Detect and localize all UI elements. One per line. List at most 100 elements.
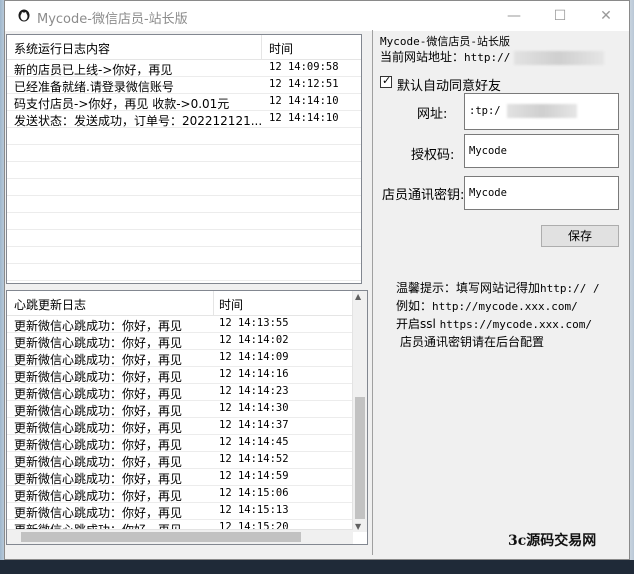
- heartbeat-log-rows: 更新微信心跳成功：你好，再见 12 14:13:55 更新微信心跳成功：你好，再见…: [7, 316, 353, 537]
- log-time: 12 14:14:16: [219, 368, 289, 380]
- table-row[interactable]: 码支付店员->你好，再见 收款->0.01元 12 14:14:10: [7, 94, 361, 111]
- column-header-heartbeat[interactable]: 心跳更新日志: [14, 296, 86, 313]
- scrollbar-thumb[interactable]: [355, 397, 365, 519]
- url-input-value: :tp:/: [469, 105, 501, 117]
- maximize-button[interactable]: ☐: [537, 1, 583, 31]
- scroll-down-icon[interactable]: ▼: [355, 522, 361, 531]
- current-url-value: http://: [464, 51, 511, 64]
- heartbeat-log-list[interactable]: 心跳更新日志 时间 更新微信心跳成功：你好，再见 12 14:13:55 更新微信…: [6, 290, 368, 545]
- auth-code-label: 授权码:: [411, 148, 455, 163]
- checkbox-box[interactable]: ✓: [380, 74, 392, 88]
- tip-line-1: 温馨提示：填写网站记得加http:// /: [396, 279, 600, 296]
- table-row[interactable]: 已经准备就绪.请登录微信账号 12 14:12:51: [7, 77, 361, 94]
- log-text: 更新微信心跳成功：你好，再见: [14, 489, 183, 503]
- table-row: [7, 247, 361, 264]
- horizontal-scrollbar[interactable]: [7, 529, 353, 544]
- scrollbar-thumb[interactable]: [21, 532, 301, 542]
- check-icon: ✓: [382, 74, 392, 87]
- url-field-label: 网址:: [417, 107, 448, 122]
- log-time: 12 14:14:10: [269, 95, 339, 107]
- column-header-content[interactable]: 系统运行日志内容: [14, 40, 110, 57]
- log-text: 发送状态：发送成功，订单号：202212121...: [14, 114, 263, 128]
- column-header-time[interactable]: 时间: [269, 40, 293, 57]
- secret-key-label: 店员通讯密钥:: [382, 188, 465, 203]
- log-time: 12 14:14:52: [219, 453, 289, 465]
- current-url-label: 当前网站地址：: [380, 50, 465, 64]
- settings-heading: Mycode-微信店员-站长版: [380, 35, 510, 48]
- current-url-line: 当前网站地址：http://: [380, 48, 605, 65]
- table-row[interactable]: 更新微信心跳成功：你好，再见 12 14:14:37: [7, 418, 353, 435]
- redacted-region: [514, 50, 605, 65]
- table-row[interactable]: 更新微信心跳成功：你好，再见 12 14:15:06: [7, 486, 353, 503]
- table-row[interactable]: 更新微信心跳成功：你好，再见 12 14:15:13: [7, 503, 353, 520]
- log-text: 新的店员已上线->你好，再见: [14, 63, 173, 77]
- log-text: 更新微信心跳成功：你好，再见: [14, 404, 183, 418]
- secret-key-input[interactable]: Mycode: [464, 176, 619, 210]
- log-time: 12 14:14:09: [219, 351, 289, 363]
- tip-text: 例如：: [396, 299, 433, 313]
- system-log-header: 系统运行日志内容 时间: [7, 35, 361, 60]
- minimize-button[interactable]: —: [491, 1, 537, 31]
- table-row[interactable]: 更新微信心跳成功：你好，再见 12 14:13:55: [7, 316, 353, 333]
- log-time: 12 14:14:45: [219, 436, 289, 448]
- table-row[interactable]: 更新微信心跳成功：你好，再见 12 14:14:52: [7, 452, 353, 469]
- table-row[interactable]: 更新微信心跳成功：你好，再见 12 14:14:16: [7, 367, 353, 384]
- save-button[interactable]: 保存: [541, 225, 619, 247]
- log-text: 更新微信心跳成功：你好，再见: [14, 370, 183, 384]
- log-text: 更新微信心跳成功：你好，再见: [14, 421, 183, 435]
- table-row[interactable]: 新的店员已上线->你好，再见 12 14:09:58: [7, 60, 361, 77]
- auth-code-input[interactable]: Mycode: [464, 134, 619, 168]
- table-row: [7, 196, 361, 213]
- tip-line-3: 开启ssl https://mycode.xxx.com/: [396, 315, 592, 332]
- watermark: 3c源码交易网: [508, 533, 597, 549]
- auto-accept-label: 默认自动同意好友: [397, 79, 502, 94]
- column-header-time[interactable]: 时间: [219, 296, 243, 313]
- log-text: 更新微信心跳成功：你好，再见: [14, 455, 183, 469]
- log-text: 已经准备就绪.请登录微信账号: [14, 80, 174, 94]
- tip-url: http:// /: [540, 282, 600, 295]
- log-text: 更新微信心跳成功：你好，再见: [14, 353, 183, 367]
- log-time: 12 14:12:51: [269, 78, 339, 90]
- log-time: 12 14:14:37: [219, 419, 289, 431]
- title-bar[interactable]: Mycode-微信店员-站长版 — ☐ ✕: [5, 1, 629, 31]
- log-time: 12 14:13:55: [219, 317, 289, 329]
- log-text: 更新微信心跳成功：你好，再见: [14, 319, 183, 333]
- table-row[interactable]: 更新微信心跳成功：你好，再见 12 14:14:45: [7, 435, 353, 452]
- column-separator[interactable]: [261, 35, 262, 59]
- table-row: [7, 179, 361, 196]
- column-separator[interactable]: [213, 291, 214, 315]
- table-row: [7, 162, 361, 179]
- table-row[interactable]: 更新微信心跳成功：你好，再见 12 14:14:59: [7, 469, 353, 486]
- table-row: [7, 128, 361, 145]
- tip-line-2: 例如：http://mycode.xxx.com/: [396, 297, 578, 314]
- log-time: 12 14:14:30: [219, 402, 289, 414]
- table-row: [7, 264, 361, 281]
- table-row[interactable]: 更新微信心跳成功：你好，再见 12 14:14:23: [7, 384, 353, 401]
- close-button[interactable]: ✕: [583, 1, 629, 31]
- table-row[interactable]: 更新微信心跳成功：你好，再见 12 14:14:02: [7, 333, 353, 350]
- table-row[interactable]: 更新微信心跳成功：你好，再见 12 14:14:09: [7, 350, 353, 367]
- penguin-icon: [18, 9, 30, 22]
- system-log-rows: 新的店员已上线->你好，再见 12 14:09:58 已经准备就绪.请登录微信账号…: [7, 60, 361, 281]
- log-time: 12 14:14:10: [269, 112, 339, 124]
- window-title: Mycode-微信店员-站长版: [37, 12, 188, 27]
- tip-url: https://mycode.xxx.com/: [439, 318, 592, 331]
- log-time: 12 14:09:58: [269, 61, 339, 73]
- table-row[interactable]: 更新微信心跳成功：你好，再见 12 14:14:30: [7, 401, 353, 418]
- tip-text: 开启ssl: [396, 317, 440, 331]
- vertical-scrollbar[interactable]: ▲ ▼: [352, 291, 367, 532]
- redacted-region: [506, 104, 577, 118]
- log-text: 码支付店员->你好，再见 收款->0.01元: [14, 97, 230, 111]
- system-log-list[interactable]: 系统运行日志内容 时间 新的店员已上线->你好，再见 12 14:09:58 已经…: [6, 34, 362, 284]
- url-input[interactable]: :tp:/: [464, 93, 619, 130]
- heartbeat-log-header: 心跳更新日志 时间: [7, 291, 353, 316]
- tip-line-4: 店员通讯密钥请在后台配置: [400, 335, 545, 349]
- tip-text: 温馨提示：填写网站记得加: [396, 281, 541, 295]
- table-row: [7, 145, 361, 162]
- table-row[interactable]: 发送状态：发送成功，订单号：202212121... 12 14:14:10: [7, 111, 361, 128]
- log-time: 12 14:14:23: [219, 385, 289, 397]
- log-text: 更新微信心跳成功：你好，再见: [14, 387, 183, 401]
- log-text: 更新微信心跳成功：你好，再见: [14, 438, 183, 452]
- log-text: 更新微信心跳成功：你好，再见: [14, 506, 183, 520]
- scroll-up-icon[interactable]: ▲: [355, 292, 361, 301]
